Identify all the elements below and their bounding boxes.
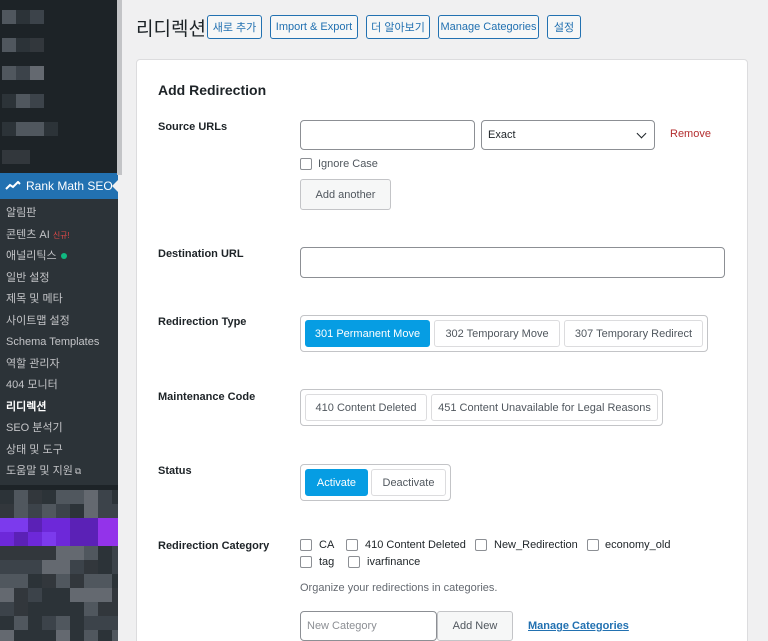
submenu-item-help-support[interactable]: 도움말 및 지원 ⧉ [0, 461, 118, 483]
submenu-item-titles-meta[interactable]: 제목 및 메타 [0, 289, 118, 311]
add-new-category-button[interactable]: Add New [437, 611, 513, 641]
menu-item-label: Rank Math SEO [26, 179, 113, 193]
submenu-label: 애널리틱스 [6, 250, 57, 262]
category-checkbox-410[interactable] [346, 539, 358, 551]
type-301-button[interactable]: 301 Permanent Move [305, 320, 430, 347]
external-link-icon: ⧉ [74, 466, 82, 476]
destination-url-input[interactable] [300, 247, 725, 278]
submenu-item-role-manager[interactable]: 역할 관리자 [0, 354, 118, 376]
ignore-case-checkbox[interactable] [300, 158, 312, 170]
type-302-button[interactable]: 302 Temporary Move [434, 320, 560, 347]
match-type-value: Exact [488, 129, 516, 141]
category-label: CA [319, 539, 335, 551]
category-label: tag [319, 556, 335, 568]
redirection-type-label: Redirection Type [158, 316, 247, 328]
submenu-item-general-settings[interactable]: 일반 설정 [0, 268, 118, 290]
submenu-label: 알림판 [6, 207, 37, 219]
submenu-item-404-monitor[interactable]: 404 모니터 [0, 375, 118, 397]
type-307-button[interactable]: 307 Temporary Redirect [564, 320, 703, 347]
category-label: economy_old [605, 539, 671, 551]
submenu-item-schema-templates[interactable]: Schema Templates [0, 332, 118, 354]
manage-categories-link[interactable]: Manage Categories [528, 620, 629, 632]
category-checkbox-ca[interactable] [300, 539, 312, 551]
code-451-button[interactable]: 451 Content Unavailable for Legal Reason… [431, 394, 658, 421]
status-label: Status [158, 465, 192, 477]
activate-button[interactable]: Activate [305, 469, 368, 496]
category-label: ivarfinance [367, 556, 421, 568]
submenu-label: 상태 및 도구 [6, 443, 63, 456]
submenu-item-sitemap[interactable]: 사이트맵 설정 [0, 311, 118, 333]
code-410-button[interactable]: 410 Content Deleted [305, 394, 427, 421]
add-new-button[interactable]: 새로 추가 [207, 15, 262, 39]
submenu-label: 404 모니터 [6, 379, 58, 391]
source-urls-label: Source URLs [158, 121, 228, 133]
sidebar-scrollbar[interactable] [117, 0, 122, 175]
new-category-placeholder: New Category [307, 620, 377, 632]
status-dot-icon [60, 253, 67, 260]
deactivate-button[interactable]: Deactivate [371, 469, 446, 496]
ignore-case-label: Ignore Case [318, 158, 378, 170]
admin-sidebar: Rank Math SEO 알림판 콘텐츠 AI 신규! 애널리틱스 일반 설정 … [0, 0, 118, 641]
category-label: 410 Content Deleted [365, 539, 466, 551]
learn-more-button[interactable]: 더 알아보기 [366, 15, 430, 39]
submenu-label: 일반 설정 [6, 271, 50, 284]
chevron-down-icon [636, 128, 647, 139]
submenu-label: 역할 관리자 [6, 357, 60, 370]
submenu-label: Schema Templates [6, 336, 100, 348]
remove-link[interactable]: Remove [670, 128, 711, 140]
category-checkbox-economy-old[interactable] [587, 539, 599, 551]
match-type-select[interactable]: Exact [481, 120, 655, 150]
add-another-button[interactable]: Add another [300, 179, 391, 210]
category-label: New_Redirection [494, 539, 578, 551]
redirection-category-label: Redirection Category [158, 540, 270, 552]
submenu-item-seo-analyzer[interactable]: SEO 분석기 [0, 418, 118, 440]
category-checkbox-new-redirection[interactable] [475, 539, 487, 551]
import-export-button[interactable]: Import & Export [270, 15, 358, 39]
manage-categories-button[interactable]: Manage Categories [438, 15, 539, 39]
maintenance-code-label: Maintenance Code [158, 391, 256, 403]
current-menu-arrow [112, 179, 118, 193]
submenu-item-redirections[interactable]: 리디렉션 [0, 397, 118, 419]
destination-url-label: Destination URL [158, 248, 244, 260]
page-title: 리디렉션 [136, 19, 206, 40]
submenu-item-status-tools[interactable]: 상태 및 도구 [0, 440, 118, 462]
submenu-label: 리디렉션 [6, 400, 47, 413]
submenu-label: 콘텐츠 AI [6, 228, 50, 241]
settings-button[interactable]: 설정 [547, 15, 581, 39]
submenu-label: 도움말 및 지원 [6, 465, 73, 477]
submenu-item-content-ai[interactable]: 콘텐츠 AI 신규! [0, 225, 118, 247]
source-url-input[interactable] [300, 120, 475, 150]
category-checkbox-ivarfinance[interactable] [348, 556, 360, 568]
submenu-label: SEO 분석기 [6, 422, 63, 434]
category-checkbox-tag[interactable] [300, 556, 312, 568]
submenu-label: 제목 및 메타 [6, 293, 63, 305]
submenu-label: 사이트맵 설정 [6, 314, 70, 327]
submenu-item-dashboard[interactable]: 알림판 [0, 203, 118, 225]
category-hint: Organize your redirections in categories… [300, 582, 498, 594]
submenu-item-analytics[interactable]: 애널리틱스 [0, 246, 118, 268]
new-badge: 신규! [52, 230, 70, 240]
menu-item-rank-math-seo[interactable]: Rank Math SEO [0, 173, 118, 199]
rank-math-submenu: 알림판 콘텐츠 AI 신규! 애널리틱스 일반 설정 제목 및 메타 사이트맵 설… [0, 199, 118, 485]
rank-math-logo-icon [5, 181, 21, 190]
card-title: Add Redirection [158, 82, 267, 98]
